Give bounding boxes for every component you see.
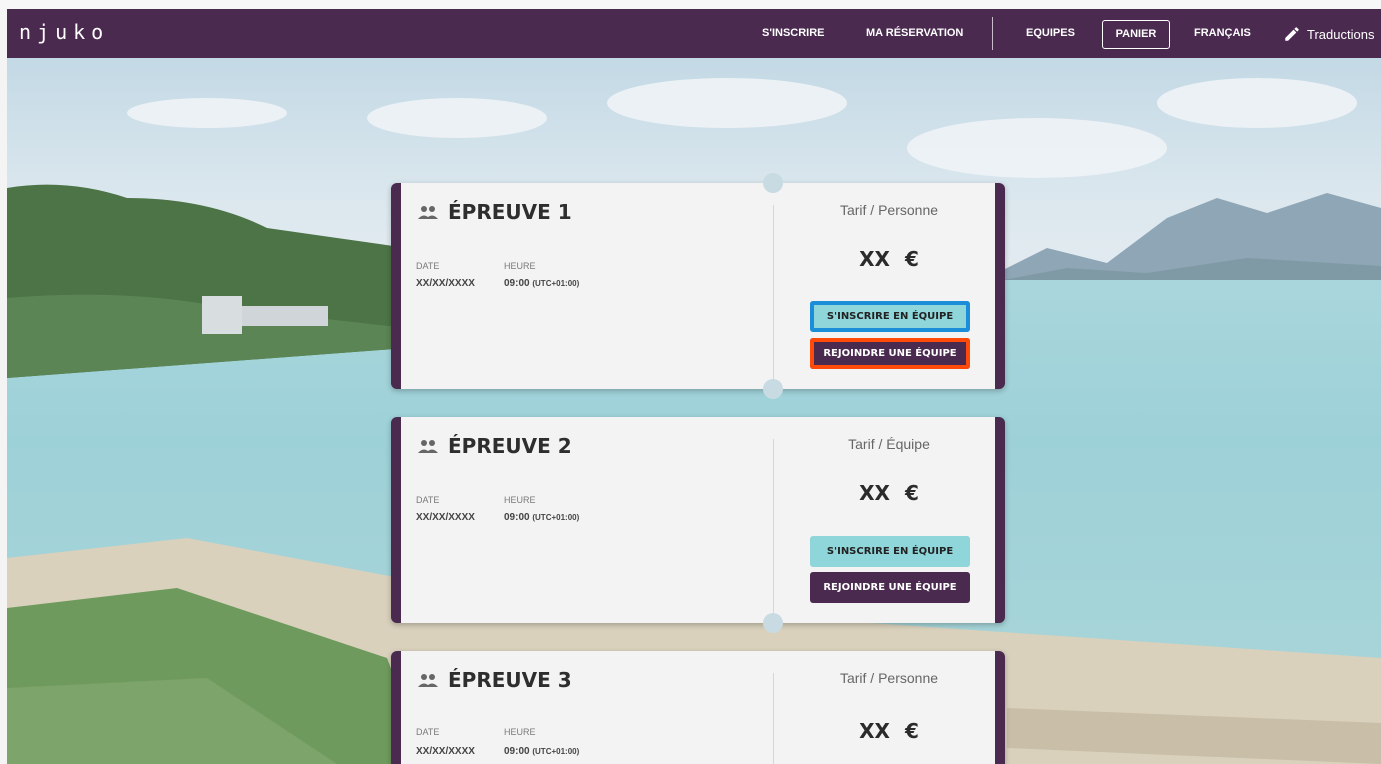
- price-label: Tarif / Équipe: [848, 436, 930, 452]
- nav-my-booking[interactable]: MA RÉSERVATION: [866, 9, 963, 58]
- time-label: HEURE: [504, 727, 536, 737]
- ticket-notch: [763, 173, 783, 193]
- time-text: 09:00: [504, 746, 530, 757]
- nav-translations[interactable]: Traductions: [1283, 22, 1374, 46]
- event-title-text: ÉPREUVE 3: [448, 668, 572, 692]
- time-value: 09:00 (UTC+01:00): [504, 746, 579, 757]
- date-value: XX/XX/XXXX: [416, 278, 475, 289]
- price-value: XX €: [859, 719, 919, 743]
- logo[interactable]: njuko: [19, 20, 109, 44]
- time-value: 09:00 (UTC+01:00): [504, 278, 579, 289]
- card-divider: [773, 439, 774, 619]
- mountains: [987, 193, 1381, 288]
- group-icon: [418, 206, 438, 219]
- cloud: [1157, 78, 1357, 128]
- register-team-button[interactable]: S'INSCRIRE EN ÉQUIPE: [810, 301, 970, 332]
- forest-hill: [7, 184, 407, 378]
- time-value: 09:00 (UTC+01:00): [504, 512, 579, 523]
- group-icon: [418, 674, 438, 687]
- time-text: 09:00: [504, 278, 530, 289]
- translations-label: Traductions: [1307, 26, 1375, 42]
- card-divider: [773, 205, 774, 385]
- price-label: Tarif / Personne: [839, 670, 939, 686]
- cloud: [907, 118, 1167, 178]
- time-text: 09:00: [504, 512, 530, 523]
- nav-register[interactable]: S'INSCRIRE: [762, 9, 825, 58]
- event-card: ÉPREUVE 3 DATE HEURE XX/XX/XXXX 09:00 (U…: [391, 651, 1005, 764]
- price-label: Tarif / Personne: [839, 202, 939, 218]
- time-label: HEURE: [504, 261, 536, 271]
- nav-language[interactable]: FRANÇAIS: [1194, 9, 1251, 58]
- event-title: ÉPREUVE 2: [418, 434, 572, 458]
- cloud: [607, 78, 847, 128]
- date-value: XX/XX/XXXX: [416, 512, 475, 523]
- event-title: ÉPREUVE 3: [418, 668, 572, 692]
- price-value: XX €: [859, 481, 919, 505]
- join-team-button[interactable]: REJOINDRE UNE ÉQUIPE: [810, 572, 970, 603]
- timezone: (UTC+01:00): [532, 747, 580, 756]
- event-card: ÉPREUVE 1 DATE HEURE XX/XX/XXXX 09:00 (U…: [391, 173, 1005, 399]
- top-navbar: njuko S'INSCRIRE MA RÉSERVATION EQUIPES …: [7, 9, 1381, 58]
- date-label: DATE: [416, 495, 440, 505]
- time-label: HEURE: [504, 495, 536, 505]
- date-label: DATE: [416, 727, 440, 737]
- nav-separator: [992, 17, 993, 50]
- timezone: (UTC+01:00): [532, 279, 580, 288]
- price-value: XX €: [859, 247, 919, 271]
- cloud: [127, 98, 287, 128]
- join-team-button[interactable]: REJOINDRE UNE ÉQUIPE: [810, 338, 970, 369]
- register-team-button[interactable]: S'INSCRIRE EN ÉQUIPE: [810, 536, 970, 567]
- date-label: DATE: [416, 261, 440, 271]
- date-value: XX/XX/XXXX: [416, 746, 475, 757]
- pencil-icon: [1285, 27, 1299, 41]
- top-strip: [0, 0, 1381, 9]
- nav-cart-button[interactable]: PANIER: [1102, 20, 1170, 49]
- event-title: ÉPREUVE 1: [418, 200, 572, 224]
- timezone: (UTC+01:00): [532, 513, 580, 522]
- event-card: ÉPREUVE 2 DATE HEURE XX/XX/XXXX 09:00 (U…: [391, 417, 1005, 633]
- event-title-text: ÉPREUVE 1: [448, 200, 572, 224]
- cloud: [367, 98, 547, 138]
- nav-teams[interactable]: EQUIPES: [1026, 9, 1075, 58]
- event-title-text: ÉPREUVE 2: [448, 434, 572, 458]
- card-divider: [773, 673, 774, 764]
- group-icon: [418, 440, 438, 453]
